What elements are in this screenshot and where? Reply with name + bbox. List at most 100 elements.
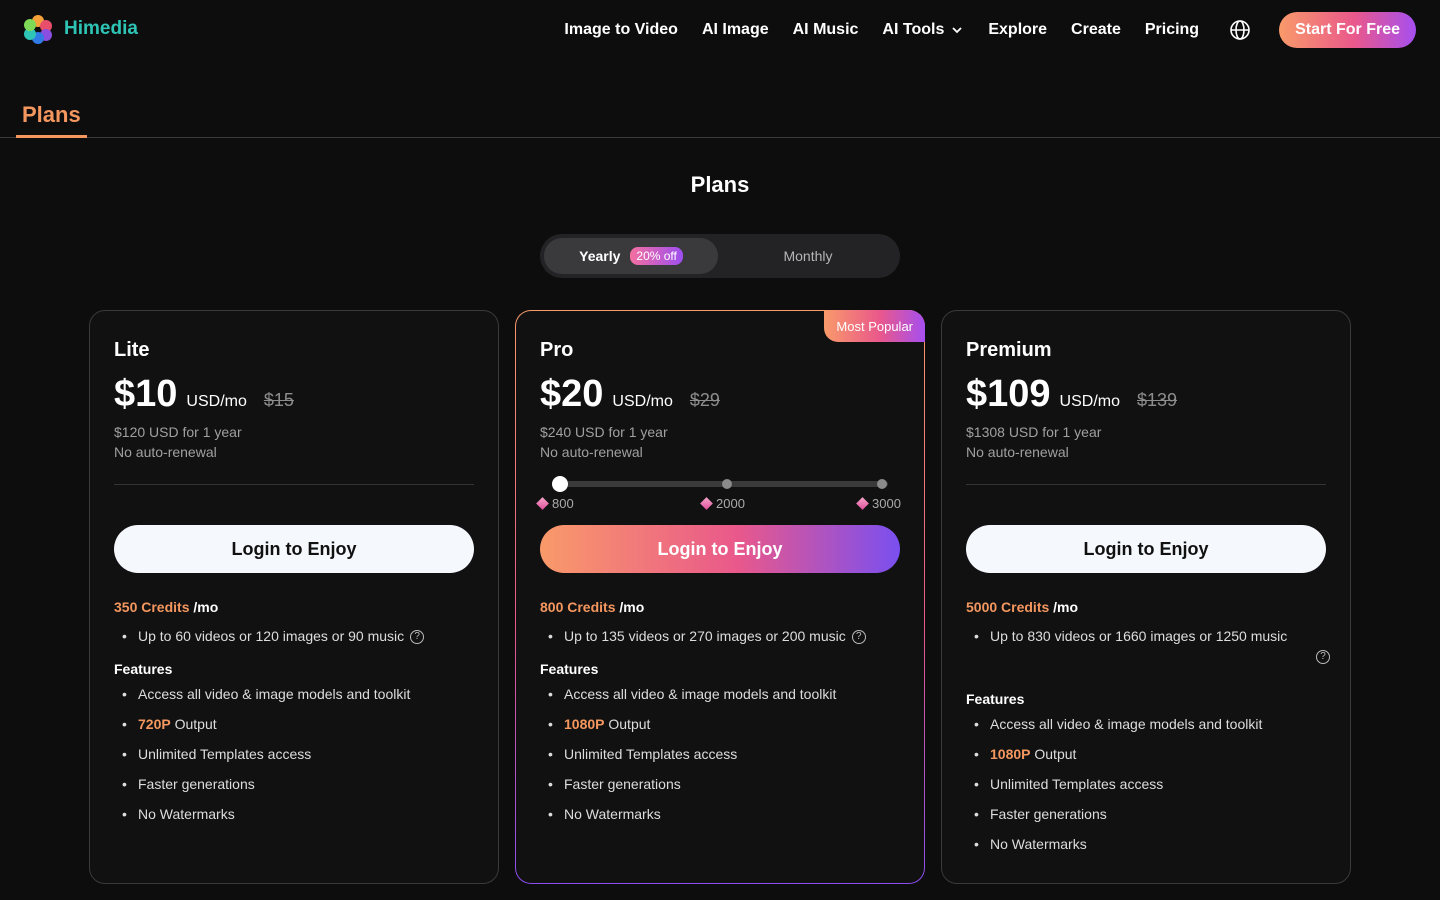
feature-item: Faster generations (974, 799, 1262, 829)
price-unit: USD/mo (1059, 393, 1120, 410)
allowance-text: Up to 830 videos or 1660 images or 1250 … (990, 628, 1288, 644)
feature-item: 1080P Output (548, 709, 836, 739)
renewal-note: No auto-renewal (114, 444, 217, 460)
nav-pricing[interactable]: Pricing (1145, 21, 1199, 39)
feature-item: Access all video & image models and tool… (548, 679, 836, 709)
slider-label-800: 800 (536, 496, 574, 511)
resolution-value: 1080P (990, 746, 1031, 762)
price-row: $109 USD/mo $139 (966, 373, 1177, 416)
feature-item: Faster generations (548, 769, 836, 799)
feature-list: Access all video & image models and tool… (122, 679, 410, 829)
credits-line: 800 Credits /mo (540, 599, 644, 615)
slider-thumb[interactable] (552, 476, 568, 492)
allowance-label: Up to 60 videos or 120 images or 90 musi… (138, 628, 405, 644)
logo-icon (24, 15, 52, 44)
price-unit: USD/mo (612, 393, 673, 410)
feature-item: Faster generations (122, 769, 410, 799)
features-heading: Features (114, 661, 173, 677)
yearly-total: $1308 USD for 1 year (966, 424, 1102, 440)
slider-stop-2000[interactable] (722, 479, 732, 489)
allowance-text: Up to 60 videos or 120 images or 90 musi… (138, 621, 425, 651)
nav-ai-image[interactable]: AI Image (702, 21, 769, 39)
feature-item: Unlimited Templates access (548, 739, 836, 769)
feature-item: No Watermarks (122, 799, 410, 829)
credits-period: /mo (193, 599, 219, 615)
price-unit: USD/mo (186, 393, 247, 410)
feature-item: 720P Output (122, 709, 410, 739)
feature-item: 1080P Output (974, 739, 1262, 769)
toggle-yearly-label: Yearly (579, 248, 621, 264)
allowance-item: Up to 135 videos or 270 images or 200 mu… (548, 621, 904, 651)
page-title: Plans (690, 172, 750, 197)
toggle-monthly[interactable]: Monthly (720, 238, 896, 274)
nav-explore[interactable]: Explore (988, 21, 1047, 39)
renewal-note: No auto-renewal (966, 444, 1069, 460)
tab-plans[interactable]: Plans (16, 96, 87, 138)
slider-stop-3000[interactable] (877, 479, 887, 489)
features-heading: Features (540, 661, 599, 677)
nav-ai-tools[interactable]: AI Tools (882, 21, 964, 39)
slider-value: 2000 (716, 496, 745, 511)
plan-name: Pro (540, 339, 574, 361)
credits-period: /mo (1053, 599, 1079, 615)
discount-badge: 20% off (630, 247, 683, 265)
feature-item: Unlimited Templates access (974, 769, 1262, 799)
plan-card-lite: Lite $10 USD/mo $15 $120 USD for 1 year … (89, 310, 499, 884)
divider (114, 484, 474, 485)
resolution-value: 1080P (564, 716, 605, 732)
renewal-note: No auto-renewal (540, 444, 643, 460)
slider-label-2000: 2000 (700, 496, 745, 511)
credits-amount: 800 Credits (540, 599, 616, 615)
login-to-enjoy-button[interactable]: Login to Enjoy (966, 525, 1326, 573)
feature-list: Access all video & image models and tool… (548, 679, 836, 829)
feature-list: Access all video & image models and tool… (974, 709, 1262, 859)
resolution-value: 720P (138, 716, 171, 732)
brand-name: Himedia (64, 18, 138, 39)
original-price: $29 (689, 390, 720, 410)
login-to-enjoy-button[interactable]: Login to Enjoy (540, 525, 900, 573)
plan-name: Lite (114, 339, 150, 361)
original-price: $15 (263, 390, 294, 410)
slider-value: 3000 (872, 496, 901, 511)
allowance-text: Up to 135 videos or 270 images or 200 mu… (564, 621, 866, 651)
nav-ai-tools-label: AI Tools (882, 21, 945, 38)
plan-name: Premium (966, 339, 1052, 361)
credits-line: 5000 Credits /mo (966, 599, 1078, 615)
yearly-total: $240 USD for 1 year (540, 424, 668, 440)
allowance-item: Up to 60 videos or 120 images or 90 musi… (122, 621, 478, 651)
help-icon[interactable]: ? (1316, 650, 1330, 664)
credits-line: 350 Credits /mo (114, 599, 218, 615)
chevron-down-icon (952, 27, 962, 34)
feature-item: Access all video & image models and tool… (122, 679, 410, 709)
feature-item: Unlimited Templates access (122, 739, 410, 769)
nav-ai-music[interactable]: AI Music (793, 21, 859, 39)
login-to-enjoy-button[interactable]: Login to Enjoy (114, 525, 474, 573)
yearly-total: $120 USD for 1 year (114, 424, 242, 440)
nav-links: Image to Video AI Image AI Music AI Tool… (564, 0, 1440, 60)
brand-logo[interactable]: Himedia (24, 15, 138, 44)
plan-card-premium: Premium $109 USD/mo $139 $1308 USD for 1… (941, 310, 1351, 884)
credits-slider[interactable]: 800 2000 3000 (536, 474, 901, 511)
most-popular-badge: Most Popular (824, 310, 925, 342)
credits-period: /mo (619, 599, 645, 615)
tab-bar: Plans (0, 96, 1440, 138)
price-row: $20 USD/mo $29 (540, 373, 720, 416)
resolution-label: Output (1034, 746, 1077, 762)
globe-icon[interactable] (1229, 19, 1251, 41)
resolution-label: Output (608, 716, 651, 732)
resolution-label: Output (174, 716, 217, 732)
slider-value: 800 (552, 496, 574, 511)
original-price: $139 (1137, 390, 1178, 410)
toggle-yearly[interactable]: Yearly 20% off (544, 238, 718, 274)
nav-create[interactable]: Create (1071, 21, 1121, 39)
plan-price: $20 (540, 373, 604, 415)
start-for-free-button[interactable]: Start For Free (1279, 12, 1416, 48)
divider (966, 484, 1326, 485)
billing-period-toggle: Yearly 20% off Monthly (540, 234, 900, 278)
price-row: $10 USD/mo $15 (114, 373, 294, 416)
nav-image-to-video[interactable]: Image to Video (564, 21, 678, 39)
features-heading: Features (966, 691, 1025, 707)
help-icon[interactable]: ? (410, 630, 425, 645)
feature-item: No Watermarks (974, 829, 1262, 859)
help-icon[interactable]: ? (851, 630, 866, 645)
